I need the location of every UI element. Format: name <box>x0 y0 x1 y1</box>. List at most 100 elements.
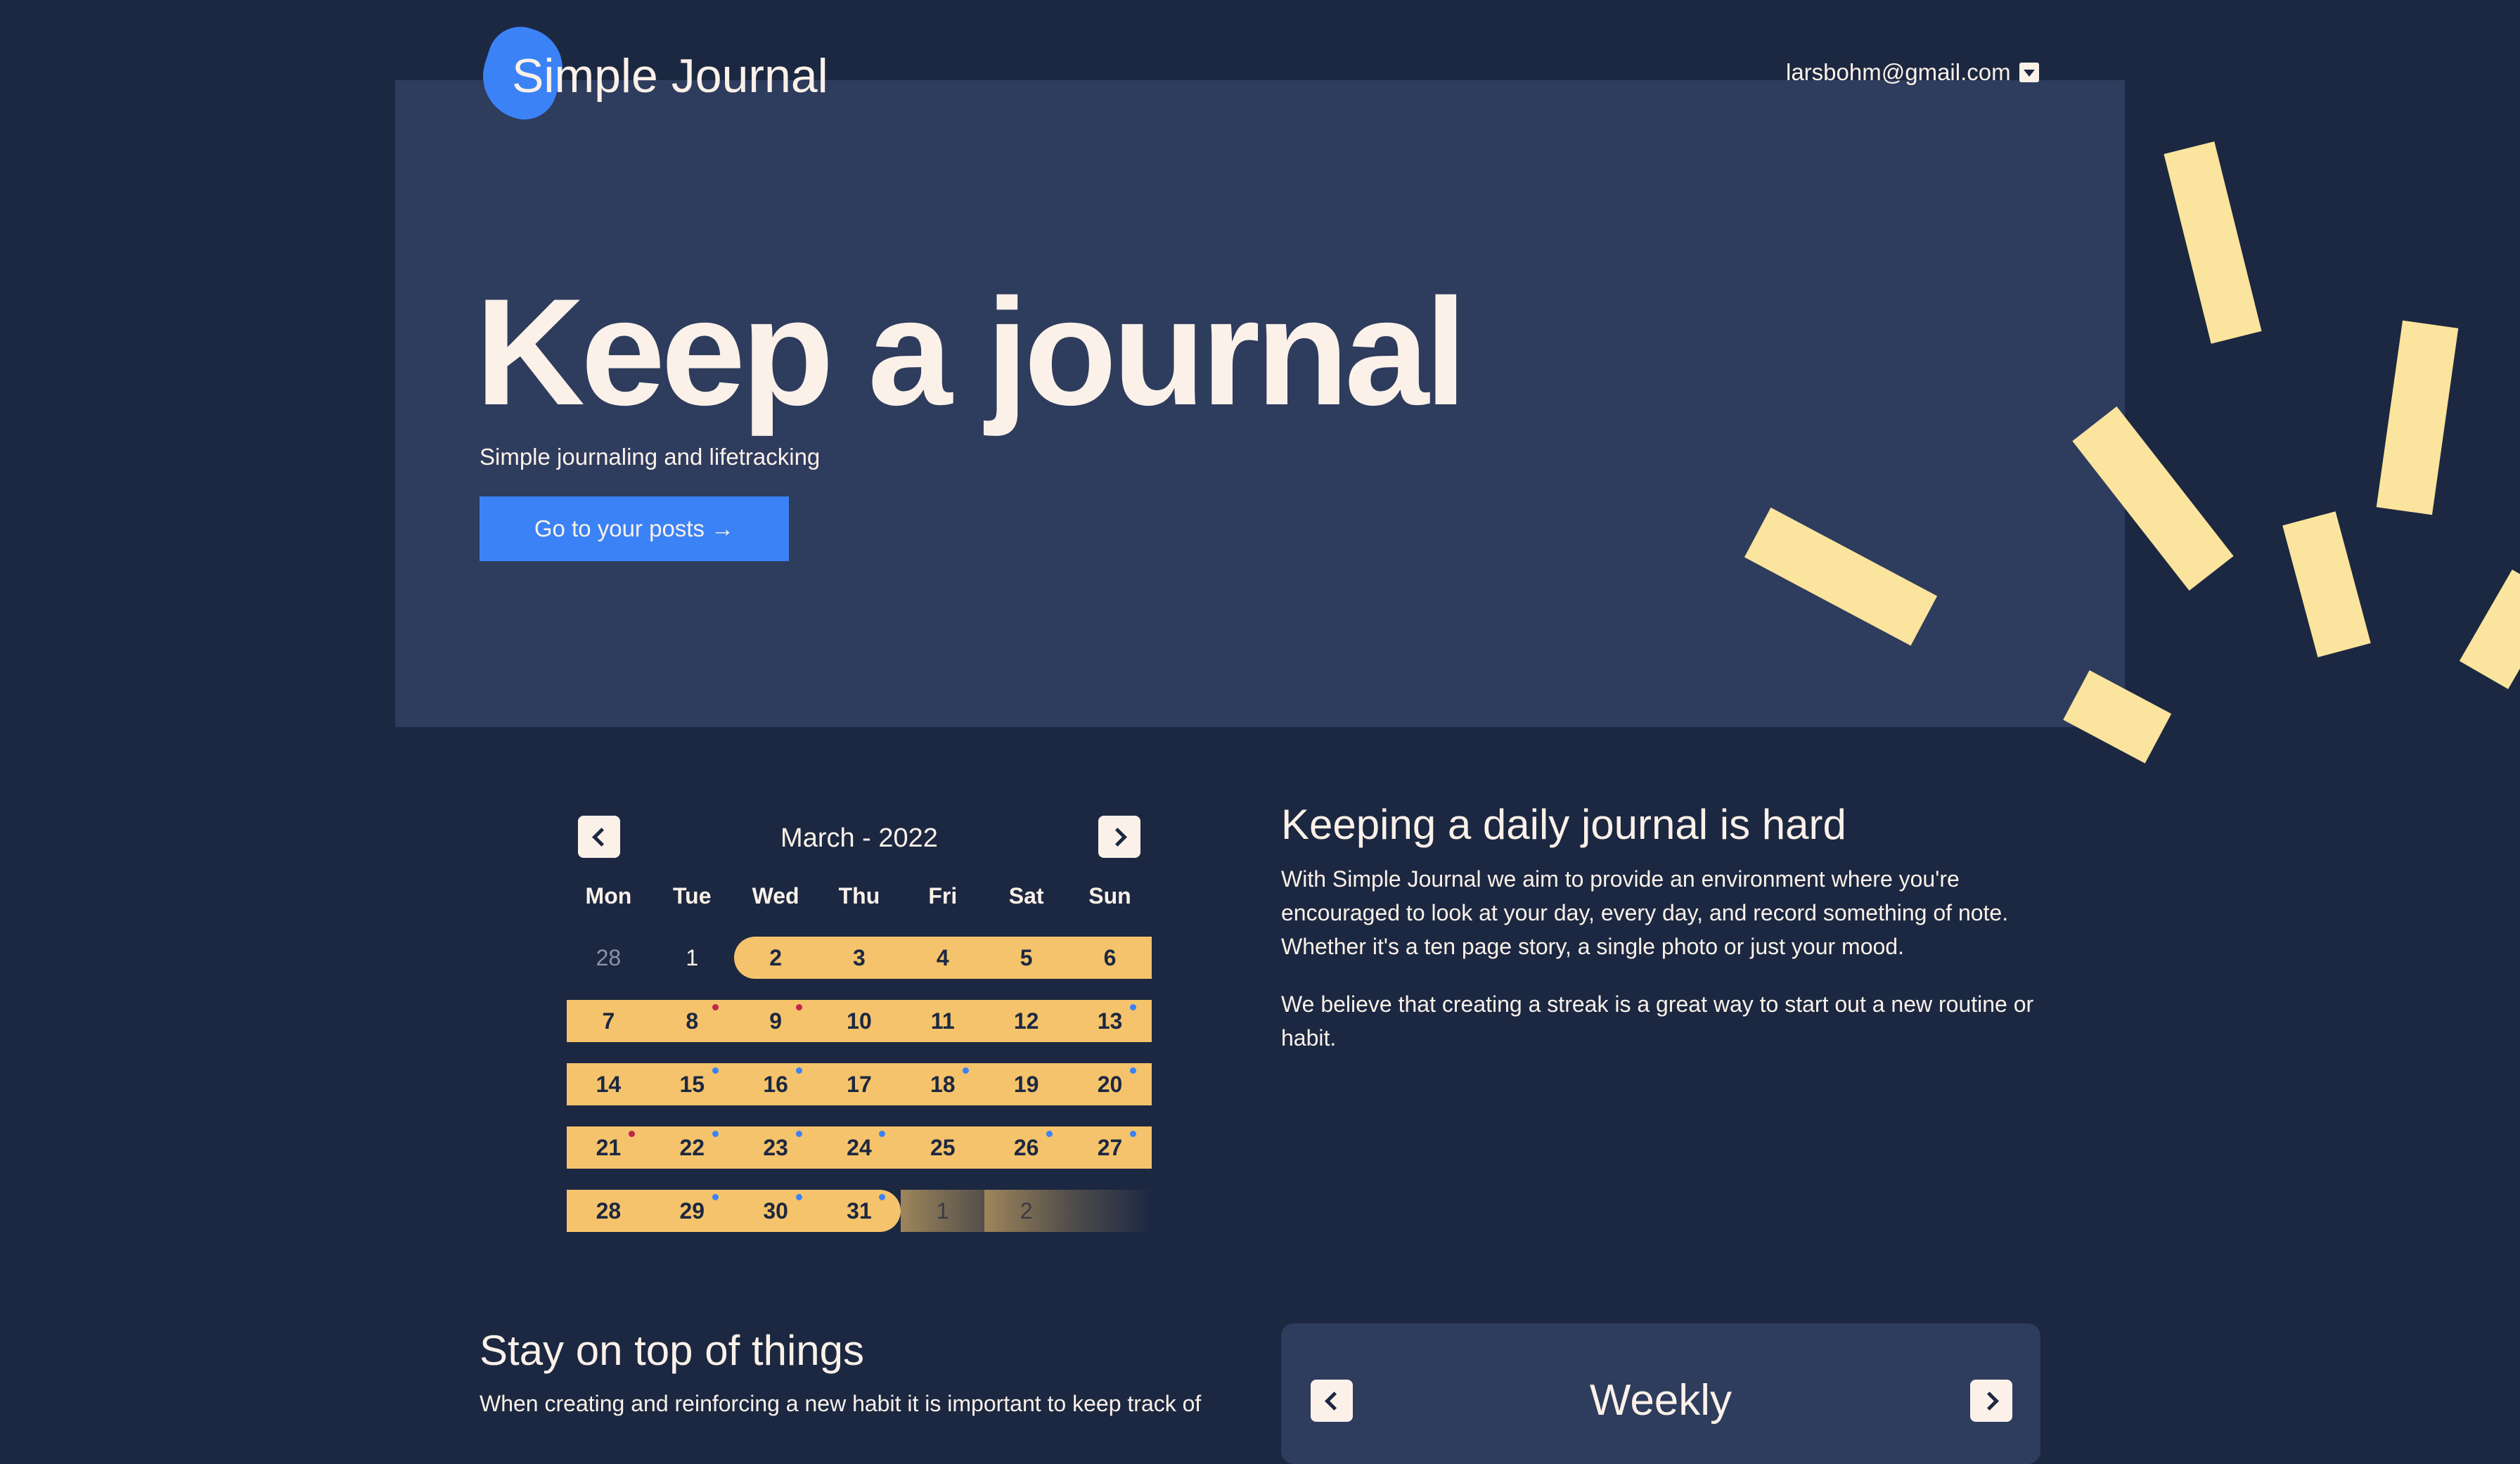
calendar-day[interactable]: 14 <box>567 1063 650 1105</box>
calendar-day-number: 26 <box>1013 1134 1039 1160</box>
calendar-day[interactable]: 31 <box>817 1190 901 1232</box>
calendar-week: 7 8 9 10 11 12 13 <box>567 1000 1152 1042</box>
calendar-day-number: 9 <box>769 1008 782 1034</box>
entry-dot <box>712 1004 719 1010</box>
calendar-day-number: 24 <box>847 1134 872 1160</box>
calendar-day[interactable]: 2 <box>984 1190 1069 1232</box>
calendar-day[interactable]: 27 <box>1068 1126 1152 1169</box>
calendar-day[interactable]: 5 <box>984 937 1069 979</box>
calendar-day[interactable]: 24 <box>817 1126 901 1169</box>
calendar-day[interactable]: 10 <box>817 1000 901 1042</box>
entry-dot <box>712 1067 719 1074</box>
weekday-label: Wed <box>752 883 799 908</box>
calendar-day[interactable]: 25 <box>901 1126 985 1169</box>
calendar-day[interactable]: 2 <box>733 937 818 979</box>
calendar-day[interactable]: 30 <box>733 1190 818 1232</box>
calendar-day[interactable]: 4 <box>901 937 985 979</box>
calendar-day[interactable]: 1 <box>650 937 734 979</box>
calendar-day[interactable]: 1 <box>901 1190 985 1232</box>
calendar-day[interactable]: 20 <box>1068 1063 1152 1105</box>
about-paragraph: With Simple Journal we aim to provide an… <box>1281 866 2009 959</box>
confetti-strip <box>2376 320 2459 515</box>
weekday-label: Tue <box>673 883 712 908</box>
entry-dot <box>879 1194 886 1200</box>
weekday-label: Thu <box>838 883 880 908</box>
next-month-button[interactable] <box>1098 816 1140 858</box>
calendar-day-number: 15 <box>679 1071 705 1097</box>
confetti-strip <box>2459 570 2520 689</box>
calendar-day[interactable]: 13 <box>1068 1000 1152 1042</box>
calendar-week: 28 1 2 3 4 5 6 <box>567 937 1152 979</box>
hero-subtitle: Simple journaling and lifetracking <box>480 444 821 470</box>
calendar-day[interactable]: 19 <box>984 1063 1069 1105</box>
weekly-tracker-card: Weekly <box>1281 1323 2040 1464</box>
habits-heading: Stay on top of things <box>480 1327 865 1374</box>
habits-paragraph: When creating and reinforcing a new habi… <box>480 1391 1202 1416</box>
calendar-day[interactable]: 29 <box>650 1190 734 1232</box>
weekday-header: Mon Tue Wed Thu Fri Sat Sun <box>567 883 1152 909</box>
entry-dot <box>1129 1131 1136 1137</box>
calendar-day-number: 23 <box>763 1134 788 1160</box>
calendar-day[interactable]: 28 <box>567 937 650 979</box>
calendar-day[interactable]: 15 <box>650 1063 734 1105</box>
go-to-posts-button[interactable]: Go to your posts → <box>480 496 789 561</box>
about-heading: Keeping a daily journal is hard <box>1281 801 1846 848</box>
weekly-next-button[interactable] <box>1970 1380 2012 1422</box>
calendar-day[interactable]: 22 <box>650 1126 734 1169</box>
confetti-strip <box>2063 670 2226 792</box>
calendar-day[interactable]: 28 <box>567 1190 650 1232</box>
calendar-day[interactable]: 8 <box>650 1000 734 1042</box>
calendar-week: 21 22 23 24 25 26 27 <box>567 1126 1152 1169</box>
chevron-down-icon <box>2019 63 2039 82</box>
calendar-day[interactable]: 9 <box>733 1000 818 1042</box>
confetti-strip <box>2164 141 2262 344</box>
calendar-day[interactable]: 11 <box>901 1000 985 1042</box>
calendar-day[interactable]: 23 <box>733 1126 818 1169</box>
calendar-day-number: 13 <box>1097 1008 1123 1034</box>
calendar-day-number: 29 <box>679 1197 705 1224</box>
calendar-day-number: 8 <box>686 1008 699 1034</box>
calendar-day-number: 18 <box>930 1071 956 1097</box>
entry-dot <box>1129 1004 1136 1010</box>
confetti-strip <box>2282 511 2371 657</box>
calendar-day-number: 31 <box>847 1197 872 1224</box>
entry-dot <box>795 1194 802 1200</box>
user-email: larsbohm@gmail.com <box>1786 59 2011 85</box>
calendar-day[interactable]: 16 <box>733 1063 818 1105</box>
calendar-day[interactable]: 3 <box>1068 1190 1152 1232</box>
about-paragraph: We believe that creating a streak is a g… <box>1281 991 2034 1051</box>
weekday-label: Sat <box>1008 883 1044 908</box>
weekly-title[interactable]: Weekly <box>1281 1375 2040 1425</box>
calendar-day[interactable]: 26 <box>984 1126 1069 1169</box>
calendar-day-number: 27 <box>1097 1134 1123 1160</box>
weekday-label: Mon <box>585 883 632 908</box>
calendar-day[interactable]: 12 <box>984 1000 1069 1042</box>
entry-dot <box>1129 1067 1136 1074</box>
calendar-week: 14 15 16 17 18 19 20 <box>567 1063 1152 1105</box>
calendar-week: 28 29 30 31 1 2 3 <box>567 1190 1152 1232</box>
entry-dot <box>795 1131 802 1137</box>
entry-dot <box>795 1067 802 1074</box>
calendar-month-title: March - 2022 <box>780 823 938 853</box>
calendar-day[interactable]: 17 <box>817 1063 901 1105</box>
calendar-day[interactable]: 3 <box>817 937 901 979</box>
entry-dot <box>1046 1131 1053 1137</box>
calendar-day[interactable]: 6 <box>1068 937 1152 979</box>
entry-dot <box>795 1004 802 1010</box>
brand-name[interactable]: Simple Journal <box>512 46 828 105</box>
entry-dot <box>963 1067 970 1074</box>
entry-dot <box>712 1131 719 1137</box>
chevron-right-icon <box>1979 1391 1999 1411</box>
calendar-day-number: 30 <box>763 1197 788 1224</box>
calendar-day[interactable]: 18 <box>901 1063 985 1105</box>
entry-dot <box>879 1131 886 1137</box>
calendar-day[interactable]: 21 <box>567 1126 650 1169</box>
entry-dot <box>712 1194 719 1200</box>
calendar-day-number: 22 <box>679 1134 705 1160</box>
hero-title: Keep a journal <box>475 267 1467 437</box>
entry-dot <box>628 1131 635 1137</box>
user-menu[interactable]: larsbohm@gmail.com <box>1786 59 2039 86</box>
chevron-right-icon <box>1107 827 1127 847</box>
calendar-day[interactable]: 7 <box>567 1000 650 1042</box>
calendar-day-number: 20 <box>1097 1071 1123 1097</box>
